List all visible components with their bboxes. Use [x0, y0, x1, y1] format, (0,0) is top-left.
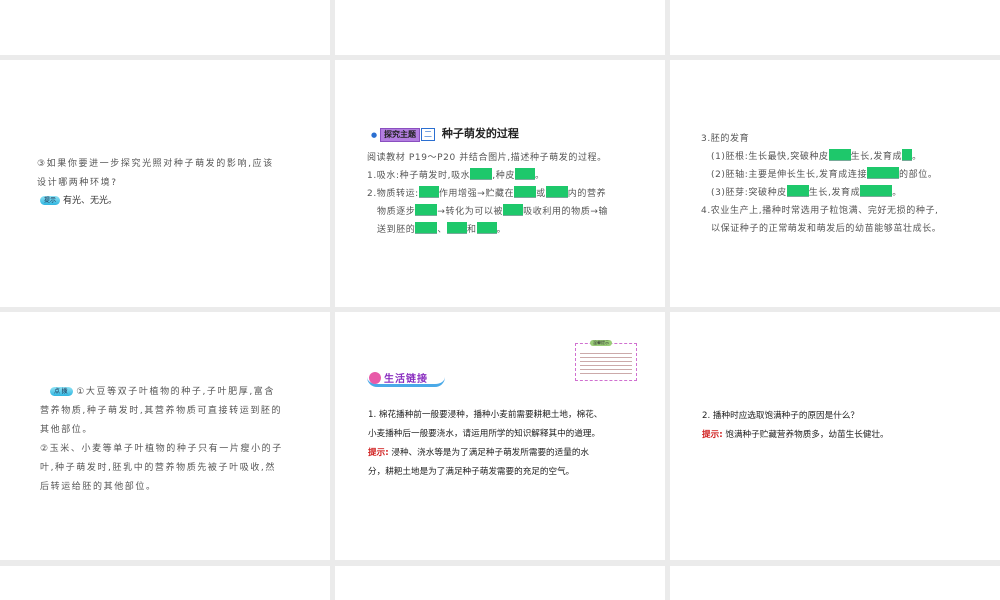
line-2: 营养物质,种子萌发时,其营养物质可直接转运到胚的 [40, 406, 283, 416]
tip-note-box: 温馨提示 [575, 340, 637, 381]
intro-text: 阅读教材 P19～P20 并结合图片,描述种子萌发的过程。 [367, 153, 607, 163]
line-1: 点拨 ①大豆等双子叶植物的种子,子叶肥厚,富含 [50, 383, 275, 402]
life-link-banner: 生活链接 [367, 369, 445, 387]
slide-thumbnail-4[interactable]: ③如果你要进一步探究光照对种子萌发的影响,应该 设计哪两种环境? 提示 有光、无光… [0, 60, 330, 307]
slide-thumbnail-1[interactable] [0, 0, 330, 55]
answer-line-2: 分，耕耙土地是为了满足种子萌发需要的充足的空气。 [368, 467, 575, 477]
line-6: 以保证种子的正常萌发和萌发后的幼苗能够茁壮成长。 [711, 224, 942, 234]
note-title: 温馨提示 [590, 340, 612, 346]
topic-title: 种子萌发的过程 [441, 127, 519, 140]
question-line-2: 小麦播种后一般要浇水，请运用所学的知识解释其中的道理。 [368, 429, 601, 439]
question-text: 2. 播种时应选取饱满种子的原因是什么？ [702, 411, 860, 421]
answer-line-1: 提示: 浸种、浇水等是为了满足种子萌发所需要的适量的水 [368, 448, 590, 458]
hint-badge: 提示 [40, 196, 61, 205]
question-text: ③如果你要进一步探究光照对种子萌发的影响,应该 [37, 159, 274, 169]
line-1: 3.胚的发育 [701, 134, 750, 144]
line-4: (3)胚芽:突破种皮 生长,发育成。 [711, 184, 902, 203]
slide-thumbnail-11[interactable] [335, 566, 665, 600]
slide-thumbnail-2[interactable] [335, 0, 665, 55]
line-1: 1.吸水:种子萌发时,吸水 ,种皮。 [367, 167, 545, 186]
line-2: 2.物质转运: 作用增强→贮藏在或内的营养 [367, 185, 606, 204]
tip-badge: 点拨 [50, 387, 74, 396]
slide-thumbnail-9[interactable]: 2. 播种时应选取饱满种子的原因是什么？ 提示: 饱满种子贮藏营养物质多，幼苗生… [670, 312, 1000, 560]
slide-thumbnail-7[interactable]: 点拨 ①大豆等双子叶植物的种子,子叶肥厚,富含 营养物质,种子萌发时,其营养物质可… [0, 312, 330, 560]
line-3: 其他部位。 [40, 425, 94, 435]
slide-thumbnail-10[interactable] [0, 566, 330, 600]
slide-thumbnail-6[interactable]: 3.胚的发育 (1)胚根:生长最快,突破种皮 生长,发育成。 (2)胚轴:主要是伸… [670, 60, 1000, 307]
banner-circle-icon [369, 372, 381, 384]
question-line-1: 1. 棉花播种前一般要浸种，播种小麦前需要耕耙土地，棉花、 [368, 410, 603, 420]
line-5: 叶,种子萌发时,胚乳中的营养物质先被子叶吸收,然 [40, 463, 276, 473]
line-2: (1)胚根:生长最快,突破种皮 生长,发育成。 [711, 148, 922, 167]
slide-thumbnail-8[interactable]: 生活链接 温馨提示 1. 棉花播种前一般要浸种，播种小麦前需要耕耙土地，棉花、 … [335, 312, 665, 560]
line-4: 送到胚的、和。 [377, 221, 506, 240]
line-3: (2)胚轴:主要是伸长生长,发育成连接 的部位。 [711, 166, 937, 185]
hint-text: 有光、无光。 [63, 196, 118, 206]
bullet-icon: ● [371, 131, 378, 139]
line-6: 后转运给胚的其他部位。 [40, 482, 157, 492]
topic-tag: 探究主题 [379, 128, 420, 142]
slide-thumbnail-5[interactable]: ● 探究主题二 种子萌发的过程 阅读教材 P19～P20 并结合图片,描述种子萌… [335, 60, 665, 307]
slide-thumbnail-12[interactable] [670, 566, 1000, 600]
banner-text: 生活链接 [384, 374, 428, 385]
line-5: 4.农业生产上,播种时常选用子粒饱满、完好无损的种子, [701, 206, 939, 216]
note-text [580, 350, 632, 374]
topic-header: ● 探究主题二 种子萌发的过程 [371, 126, 519, 143]
answer-text: 提示: 饱满种子贮藏营养物质多，幼苗生长健壮。 [702, 430, 889, 440]
slide-thumbnail-3[interactable] [670, 0, 1000, 55]
topic-number: 二 [420, 128, 435, 141]
hint-line: 提示 有光、无光。 [40, 192, 117, 211]
question-text: 设计哪两种环境? [37, 178, 118, 188]
line-3: 物质逐步 →转化为可以被 吸收利用的物质→输 [377, 203, 608, 222]
line-4: ②玉米、小麦等单子叶植物的种子只有一片瘦小的子 [40, 444, 283, 454]
